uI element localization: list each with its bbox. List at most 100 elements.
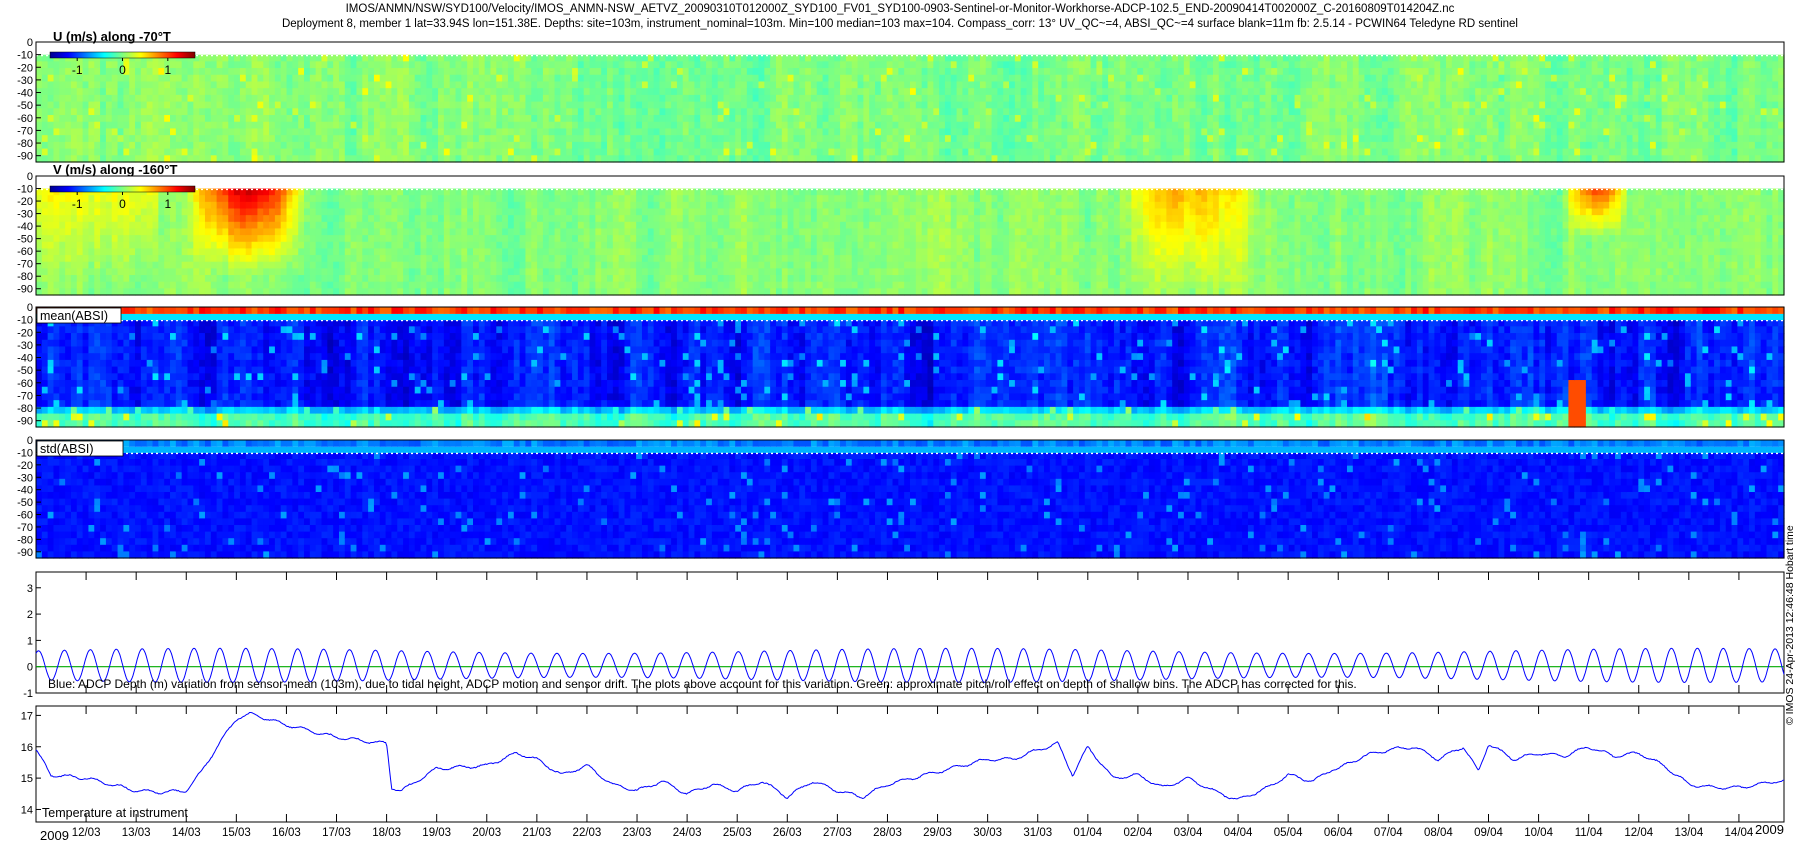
- heatmap-cell: [886, 68, 894, 76]
- heatmap-cell: [117, 81, 124, 89]
- heatmap-cell: [1347, 108, 1354, 116]
- heatmap-cell: [898, 148, 905, 156]
- heatmap-cell: [1218, 141, 1226, 150]
- heatmap-cell: [723, 94, 730, 103]
- heatmap-cell: [577, 108, 585, 116]
- heatmap-cell: [659, 94, 666, 103]
- heatmap-cell: [432, 101, 439, 109]
- heatmap-cell: [82, 235, 90, 243]
- heatmap-cell: [1556, 61, 1564, 69]
- heatmap-cell: [315, 121, 323, 130]
- heatmap-cell: [286, 135, 293, 143]
- heatmap-cell: [735, 81, 742, 89]
- heatmap-cell: [607, 88, 614, 96]
- heatmap-cell: [746, 141, 754, 150]
- heatmap-cell: [1195, 74, 1202, 83]
- heatmap-cell: [1772, 94, 1779, 103]
- heatmap-cell: [1236, 108, 1243, 116]
- heatmap-cell: [1609, 135, 1616, 143]
- heatmap-cell: [1405, 135, 1412, 143]
- heatmap-cell: [94, 135, 101, 143]
- heatmap-cell: [1405, 74, 1412, 83]
- heatmap-cell: [805, 135, 812, 143]
- heatmap-cell: [1096, 94, 1103, 103]
- heatmap-cell: [1451, 108, 1459, 116]
- heatmap-cell: [706, 101, 713, 109]
- heatmap-cell: [1277, 108, 1284, 116]
- heatmap-cell: [607, 101, 614, 109]
- heatmap-cell: [461, 101, 468, 109]
- heatmap-cell: [449, 61, 457, 69]
- heatmap-cell: [706, 148, 713, 156]
- heatmap-cell: [181, 128, 189, 136]
- heatmap-cell: [292, 88, 299, 96]
- heatmap-cell: [135, 148, 142, 156]
- heatmap-cell: [1737, 101, 1744, 109]
- heatmap-cell: [350, 148, 358, 156]
- heatmap-cell: [234, 88, 241, 96]
- heatmap-cell: [1102, 61, 1109, 69]
- heatmap-cell: [1393, 68, 1401, 76]
- heatmap-cell: [875, 135, 882, 143]
- heatmap-cell: [274, 74, 282, 83]
- heatmap-cell: [735, 121, 742, 130]
- heatmap-cell: [59, 121, 66, 130]
- heatmap-cell: [1475, 88, 1482, 96]
- heatmap-cell: [350, 108, 358, 116]
- heatmap-cell: [1714, 115, 1721, 123]
- heatmap-cell: [117, 141, 124, 150]
- heatmap-cell: [82, 255, 90, 263]
- heatmap-cell: [438, 128, 445, 136]
- heatmap-cell: [181, 101, 189, 109]
- heatmap-cell: [723, 101, 730, 109]
- heatmap-cell: [869, 81, 876, 89]
- heatmap-cell: [1125, 115, 1133, 123]
- heatmap-cell: [1539, 115, 1546, 123]
- heatmap-cell: [1690, 61, 1698, 69]
- heatmap-cell: [1381, 141, 1389, 150]
- heatmap-cell: [1347, 128, 1354, 136]
- heatmap-cell: [1562, 68, 1570, 76]
- heatmap-cell: [927, 68, 934, 76]
- heatmap-cell: [1014, 68, 1022, 76]
- heatmap-cell: [979, 115, 987, 123]
- heatmap-cell: [1090, 94, 1098, 103]
- heatmap-cell: [717, 128, 725, 136]
- heatmap-cell: [1102, 148, 1109, 156]
- heatmap-cell: [979, 141, 987, 150]
- heatmap-cell: [105, 141, 113, 150]
- heatmap-cell: [1661, 121, 1669, 130]
- heatmap-cell: [537, 141, 544, 150]
- heatmap-cell: [1760, 141, 1768, 150]
- heatmap-cell: [210, 135, 218, 143]
- heatmap-cell: [554, 135, 561, 143]
- heatmap-cell: [344, 135, 352, 143]
- heatmap-cell: [1271, 81, 1278, 89]
- heatmap-cell: [1422, 94, 1430, 103]
- heatmap-cell: [653, 135, 661, 143]
- heatmap-cell: [1615, 141, 1622, 150]
- heatmap-cell: [216, 101, 224, 109]
- heatmap-cell: [997, 88, 1004, 96]
- heatmap-cell: [845, 61, 853, 69]
- heatmap-cell: [816, 81, 824, 89]
- heatmap-cell: [1044, 108, 1051, 116]
- heatmap-cell: [845, 128, 853, 136]
- heatmap-cell: [65, 68, 72, 76]
- heatmap-cell: [502, 128, 509, 136]
- panel-1-ytick-label: -90: [17, 151, 33, 163]
- heatmap-cell: [659, 135, 666, 143]
- heatmap-cell: [1696, 148, 1704, 156]
- heatmap-cell: [1364, 94, 1371, 103]
- heatmap-cell: [1055, 108, 1063, 116]
- heatmap-cell: [175, 141, 183, 150]
- heatmap-cell: [519, 141, 527, 150]
- heatmap-cell: [1451, 74, 1459, 83]
- heatmap-cell: [764, 88, 771, 96]
- heatmap-cell: [1737, 108, 1744, 116]
- heatmap-cell: [1247, 94, 1255, 103]
- heatmap-cell: [1282, 101, 1290, 109]
- heatmap-cell: [1609, 94, 1616, 103]
- heatmap-cell: [1381, 101, 1389, 109]
- heatmap-cell: [1218, 101, 1226, 109]
